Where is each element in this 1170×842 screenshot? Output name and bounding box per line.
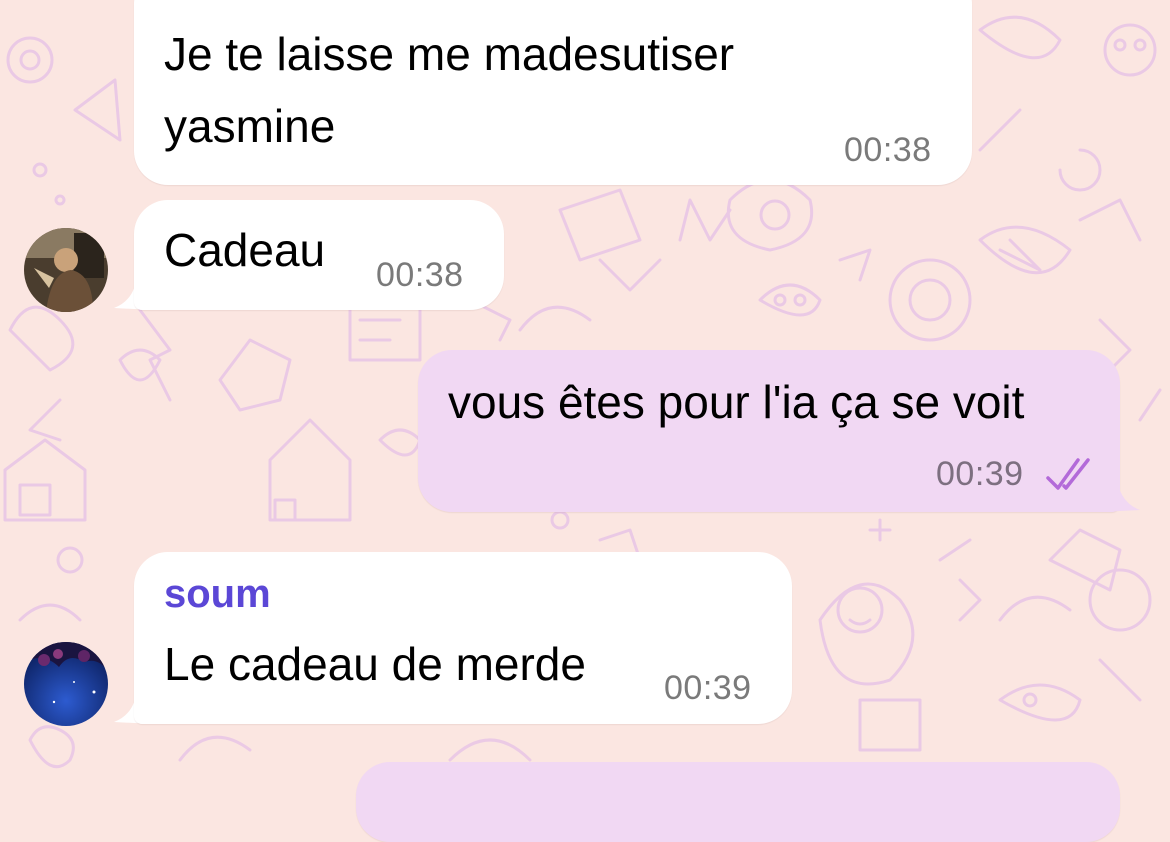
message-text-line: Je te laisse me madesutiser bbox=[164, 28, 735, 80]
message-bubble-incoming[interactable]: Cadeau 00:38 bbox=[134, 200, 504, 310]
message-timestamp: 00:38 bbox=[376, 256, 464, 294]
message-timestamp: 00:39 bbox=[664, 669, 752, 707]
contact-avatar[interactable] bbox=[24, 642, 108, 726]
message-text: Cadeau bbox=[164, 224, 326, 276]
message-timestamp: 00:39 bbox=[936, 455, 1024, 493]
bubble-tail-outgoing bbox=[1100, 472, 1140, 512]
message-bubble-outgoing[interactable] bbox=[356, 762, 1120, 842]
sender-name[interactable]: soum bbox=[164, 570, 271, 618]
avatar-photo-night-sky-icon bbox=[24, 642, 108, 726]
message-text: vous êtes pour l'ia ça se voit bbox=[448, 376, 1025, 428]
contact-avatar[interactable] bbox=[24, 228, 108, 312]
double-check-read-icon bbox=[1046, 458, 1090, 490]
message-timestamp: 00:38 bbox=[844, 131, 932, 169]
message-text-line: yasmine bbox=[164, 100, 336, 152]
message-bubble-outgoing[interactable]: vous êtes pour l'ia ça se voit 00:39 bbox=[418, 350, 1120, 512]
message-bubble-incoming[interactable]: Je te laisse me madesutiser yasmine 00:3… bbox=[134, 0, 972, 185]
avatar-photo-person-icon bbox=[24, 228, 108, 312]
message-text: Le cadeau de merde bbox=[164, 638, 586, 690]
message-bubble-incoming[interactable]: soum Le cadeau de merde 00:39 bbox=[134, 552, 792, 724]
